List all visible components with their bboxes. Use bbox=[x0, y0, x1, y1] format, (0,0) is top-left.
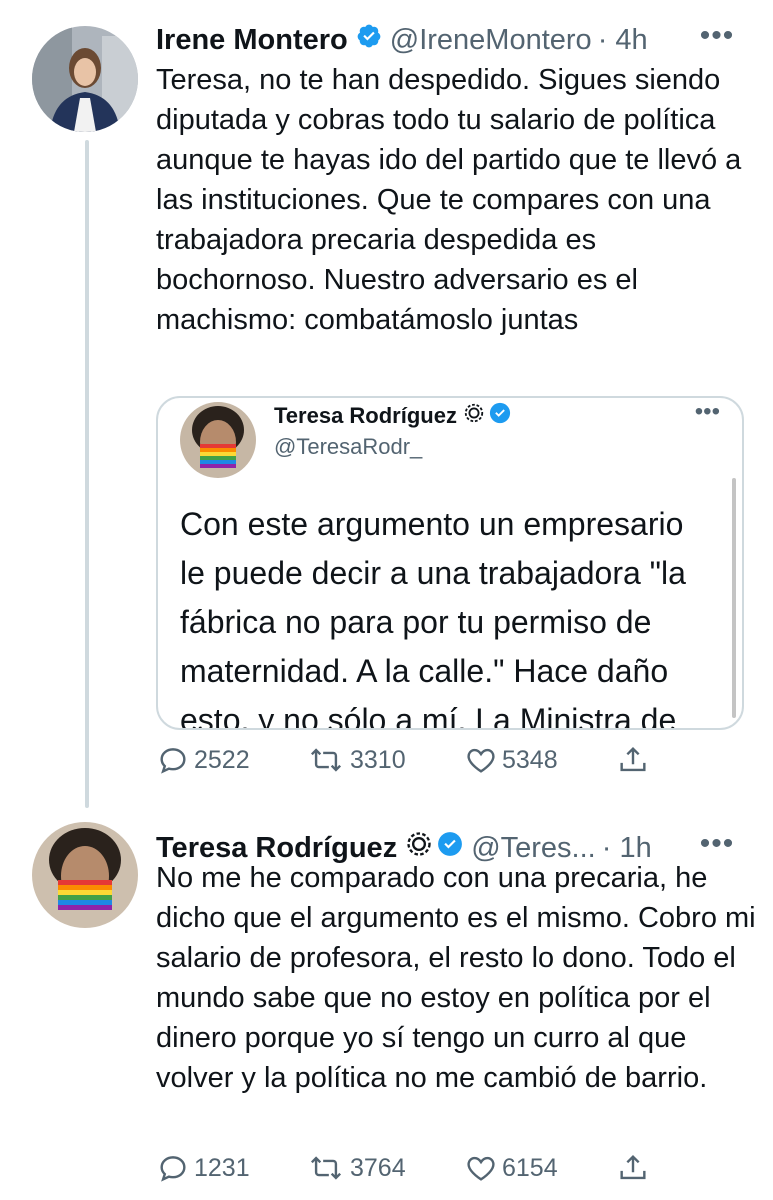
reply-icon bbox=[156, 1151, 194, 1185]
retweet-icon bbox=[306, 743, 350, 777]
tweet-text: No me he comparado con una precaria, he … bbox=[156, 862, 756, 1094]
reply-icon bbox=[156, 743, 194, 777]
gear-badge-icon bbox=[463, 402, 485, 430]
quoted-author-handle[interactable]: @TeresaRodr_ bbox=[274, 434, 422, 460]
quoted-more-options-icon[interactable]: ••• bbox=[695, 400, 720, 424]
share-button[interactable] bbox=[616, 740, 654, 780]
retweet-count: 3310 bbox=[350, 745, 406, 774]
share-icon bbox=[616, 743, 654, 777]
like-count: 5348 bbox=[502, 745, 558, 774]
tweet-irene-montero[interactable]: Irene Montero @IreneMontero · 4h ••• Ter… bbox=[0, 0, 773, 810]
quoted-author-name[interactable]: Teresa Rodríguez bbox=[274, 403, 457, 429]
reply-count: 2522 bbox=[194, 745, 250, 774]
verified-badge-icon bbox=[356, 23, 382, 57]
heart-icon bbox=[464, 1151, 502, 1185]
retweet-button[interactable]: 3310 bbox=[306, 740, 406, 780]
avatar-teresa-rodriguez[interactable] bbox=[32, 822, 138, 928]
share-icon bbox=[616, 1151, 654, 1185]
quoted-scrollbar[interactable] bbox=[732, 478, 736, 718]
like-button[interactable]: 5348 bbox=[464, 740, 558, 780]
share-button[interactable] bbox=[616, 1148, 654, 1188]
reply-button[interactable]: 1231 bbox=[156, 1148, 250, 1188]
avatar-irene-montero[interactable] bbox=[32, 26, 138, 132]
author-handle[interactable]: @IreneMontero bbox=[390, 24, 592, 57]
reply-button[interactable]: 2522 bbox=[156, 740, 250, 780]
verified-badge-icon bbox=[489, 402, 511, 430]
tweet-time[interactable]: · 4h bbox=[598, 24, 648, 57]
retweet-icon bbox=[306, 1151, 350, 1185]
quoted-author-row: Teresa Rodríguez bbox=[274, 402, 511, 430]
heart-icon bbox=[464, 743, 502, 777]
tweet-actions: 2522 3310 5348 bbox=[156, 740, 656, 780]
reply-count: 1231 bbox=[194, 1153, 250, 1182]
quoted-tweet[interactable]: Teresa Rodríguez @TeresaRodr_ ••• Con es… bbox=[156, 396, 744, 730]
like-button[interactable]: 6154 bbox=[464, 1148, 558, 1188]
quoted-tweet-text: Con este argumento un empresario le pued… bbox=[180, 506, 686, 730]
tweet-text: Teresa, no te han despedido. Sigues sien… bbox=[156, 64, 742, 336]
tweet-header: Irene Montero @IreneMontero · 4h bbox=[156, 22, 648, 58]
tweet-actions: 1231 3764 6154 bbox=[156, 1148, 656, 1188]
author-name[interactable]: Irene Montero bbox=[156, 24, 348, 57]
retweet-button[interactable]: 3764 bbox=[306, 1148, 406, 1188]
avatar-teresa-rodriguez[interactable] bbox=[180, 402, 256, 478]
like-count: 6154 bbox=[502, 1153, 558, 1182]
more-options-icon[interactable]: ••• bbox=[697, 21, 737, 58]
retweet-count: 3764 bbox=[350, 1153, 406, 1182]
